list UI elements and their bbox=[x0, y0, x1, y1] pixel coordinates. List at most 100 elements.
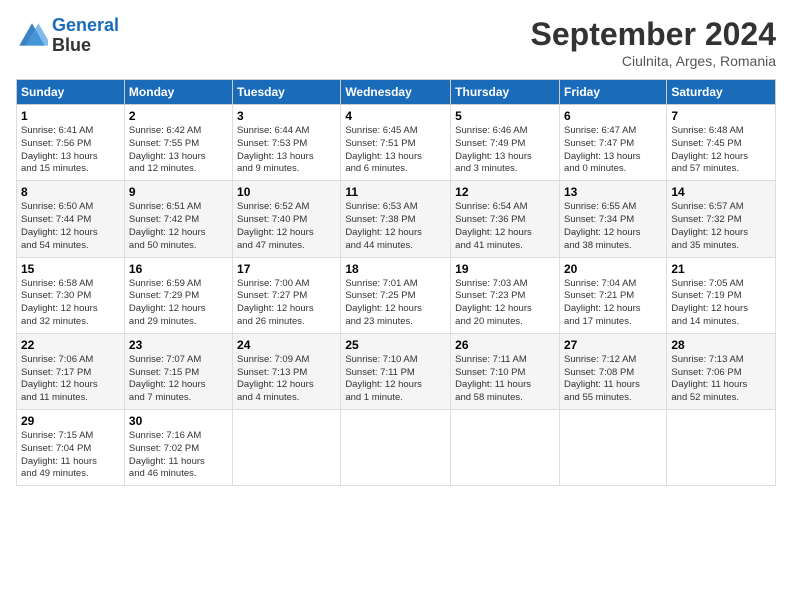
calendar-cell: 20 Sunrise: 7:04 AM Sunset: 7:21 PM Dayli… bbox=[559, 257, 666, 333]
calendar-cell: 15 Sunrise: 6:58 AM Sunset: 7:30 PM Dayli… bbox=[17, 257, 125, 333]
day-info: Sunrise: 7:12 AM Sunset: 7:08 PM Dayligh… bbox=[564, 354, 662, 405]
calendar-cell bbox=[667, 410, 776, 486]
location-subtitle: Ciulnita, Arges, Romania bbox=[531, 53, 776, 69]
day-number: 10 bbox=[237, 185, 336, 199]
day-info: Sunrise: 7:07 AM Sunset: 7:15 PM Dayligh… bbox=[129, 354, 228, 405]
day-info: Sunrise: 6:57 AM Sunset: 7:32 PM Dayligh… bbox=[671, 201, 771, 252]
day-info: Sunrise: 6:44 AM Sunset: 7:53 PM Dayligh… bbox=[237, 125, 336, 176]
calendar-cell: 5 Sunrise: 6:46 AM Sunset: 7:49 PM Daylig… bbox=[451, 105, 560, 181]
day-number: 2 bbox=[129, 109, 228, 123]
day-number: 5 bbox=[455, 109, 555, 123]
calendar-week-row: 29Sunrise: 7:15 AM Sunset: 7:04 PM Dayli… bbox=[17, 410, 776, 486]
weekday-header-row: SundayMondayTuesdayWednesdayThursdayFrid… bbox=[17, 80, 776, 105]
day-info: Sunrise: 6:53 AM Sunset: 7:38 PM Dayligh… bbox=[345, 201, 446, 252]
calendar-cell: 22 Sunrise: 7:06 AM Sunset: 7:17 PM Dayli… bbox=[17, 333, 125, 409]
weekday-header: Thursday bbox=[451, 80, 560, 105]
calendar-week-row: 8 Sunrise: 6:50 AM Sunset: 7:44 PM Daylig… bbox=[17, 181, 776, 257]
day-number: 14 bbox=[671, 185, 771, 199]
calendar-cell: 27 Sunrise: 7:12 AM Sunset: 7:08 PM Dayli… bbox=[559, 333, 666, 409]
day-number: 21 bbox=[671, 262, 771, 276]
calendar-cell: 28Sunrise: 7:13 AM Sunset: 7:06 PM Dayli… bbox=[667, 333, 776, 409]
day-number: 27 bbox=[564, 338, 662, 352]
day-number: 28 bbox=[671, 338, 771, 352]
day-info: Sunrise: 6:45 AM Sunset: 7:51 PM Dayligh… bbox=[345, 125, 446, 176]
day-number: 9 bbox=[129, 185, 228, 199]
weekday-header: Saturday bbox=[667, 80, 776, 105]
calendar-cell: 10 Sunrise: 6:52 AM Sunset: 7:40 PM Dayli… bbox=[233, 181, 341, 257]
weekday-header: Monday bbox=[124, 80, 232, 105]
logo-icon bbox=[16, 20, 48, 52]
day-info: Sunrise: 7:04 AM Sunset: 7:21 PM Dayligh… bbox=[564, 278, 662, 329]
day-info: Sunrise: 7:06 AM Sunset: 7:17 PM Dayligh… bbox=[21, 354, 120, 405]
day-info: Sunrise: 7:09 AM Sunset: 7:13 PM Dayligh… bbox=[237, 354, 336, 405]
day-number: 19 bbox=[455, 262, 555, 276]
calendar-cell: 14 Sunrise: 6:57 AM Sunset: 7:32 PM Dayli… bbox=[667, 181, 776, 257]
calendar-cell: 30 Sunrise: 7:16 AM Sunset: 7:02 PM Dayli… bbox=[124, 410, 232, 486]
day-number: 8 bbox=[21, 185, 120, 199]
day-info: Sunrise: 6:41 AM Sunset: 7:56 PM Dayligh… bbox=[21, 125, 120, 176]
calendar-week-row: 22 Sunrise: 7:06 AM Sunset: 7:17 PM Dayli… bbox=[17, 333, 776, 409]
day-number: 26 bbox=[455, 338, 555, 352]
calendar-cell: 2Sunrise: 6:42 AM Sunset: 7:55 PM Daylig… bbox=[124, 105, 232, 181]
calendar-cell bbox=[451, 410, 560, 486]
weekday-header: Tuesday bbox=[233, 80, 341, 105]
day-number: 20 bbox=[564, 262, 662, 276]
day-info: Sunrise: 7:03 AM Sunset: 7:23 PM Dayligh… bbox=[455, 278, 555, 329]
calendar-cell: 12 Sunrise: 6:54 AM Sunset: 7:36 PM Dayli… bbox=[451, 181, 560, 257]
day-number: 7 bbox=[671, 109, 771, 123]
calendar-cell: 13Sunrise: 6:55 AM Sunset: 7:34 PM Dayli… bbox=[559, 181, 666, 257]
calendar-cell: 8 Sunrise: 6:50 AM Sunset: 7:44 PM Daylig… bbox=[17, 181, 125, 257]
day-number: 24 bbox=[237, 338, 336, 352]
day-number: 11 bbox=[345, 185, 446, 199]
calendar-cell: 16Sunrise: 6:59 AM Sunset: 7:29 PM Dayli… bbox=[124, 257, 232, 333]
day-info: Sunrise: 6:47 AM Sunset: 7:47 PM Dayligh… bbox=[564, 125, 662, 176]
day-number: 29 bbox=[21, 414, 120, 428]
calendar-cell: 9 Sunrise: 6:51 AM Sunset: 7:42 PM Daylig… bbox=[124, 181, 232, 257]
day-number: 12 bbox=[455, 185, 555, 199]
day-info: Sunrise: 6:48 AM Sunset: 7:45 PM Dayligh… bbox=[671, 125, 771, 176]
day-info: Sunrise: 7:05 AM Sunset: 7:19 PM Dayligh… bbox=[671, 278, 771, 329]
day-number: 1 bbox=[21, 109, 120, 123]
day-info: Sunrise: 7:00 AM Sunset: 7:27 PM Dayligh… bbox=[237, 278, 336, 329]
day-number: 17 bbox=[237, 262, 336, 276]
calendar-cell: 11 Sunrise: 6:53 AM Sunset: 7:38 PM Dayli… bbox=[341, 181, 451, 257]
day-number: 15 bbox=[21, 262, 120, 276]
calendar-cell: 17 Sunrise: 7:00 AM Sunset: 7:27 PM Dayli… bbox=[233, 257, 341, 333]
day-number: 3 bbox=[237, 109, 336, 123]
calendar-cell: 19 Sunrise: 7:03 AM Sunset: 7:23 PM Dayli… bbox=[451, 257, 560, 333]
calendar-cell bbox=[341, 410, 451, 486]
day-number: 13 bbox=[564, 185, 662, 199]
calendar-cell bbox=[559, 410, 666, 486]
calendar-cell: 6 Sunrise: 6:47 AM Sunset: 7:47 PM Daylig… bbox=[559, 105, 666, 181]
calendar-cell: 25 Sunrise: 7:10 AM Sunset: 7:11 PM Dayli… bbox=[341, 333, 451, 409]
page-header: General Blue September 2024 Ciulnita, Ar… bbox=[16, 16, 776, 69]
calendar-week-row: 1 Sunrise: 6:41 AM Sunset: 7:56 PM Daylig… bbox=[17, 105, 776, 181]
day-info: Sunrise: 6:58 AM Sunset: 7:30 PM Dayligh… bbox=[21, 278, 120, 329]
calendar-cell: 24 Sunrise: 7:09 AM Sunset: 7:13 PM Dayli… bbox=[233, 333, 341, 409]
day-info: Sunrise: 7:11 AM Sunset: 7:10 PM Dayligh… bbox=[455, 354, 555, 405]
calendar-cell: 18Sunrise: 7:01 AM Sunset: 7:25 PM Dayli… bbox=[341, 257, 451, 333]
logo-text: General Blue bbox=[52, 16, 119, 56]
day-info: Sunrise: 6:51 AM Sunset: 7:42 PM Dayligh… bbox=[129, 201, 228, 252]
day-number: 23 bbox=[129, 338, 228, 352]
calendar-cell: 1 Sunrise: 6:41 AM Sunset: 7:56 PM Daylig… bbox=[17, 105, 125, 181]
calendar-cell: 29Sunrise: 7:15 AM Sunset: 7:04 PM Dayli… bbox=[17, 410, 125, 486]
day-number: 22 bbox=[21, 338, 120, 352]
title-block: September 2024 Ciulnita, Arges, Romania bbox=[531, 16, 776, 69]
day-info: Sunrise: 6:52 AM Sunset: 7:40 PM Dayligh… bbox=[237, 201, 336, 252]
calendar-cell: 23 Sunrise: 7:07 AM Sunset: 7:15 PM Dayli… bbox=[124, 333, 232, 409]
day-number: 25 bbox=[345, 338, 446, 352]
weekday-header: Wednesday bbox=[341, 80, 451, 105]
calendar-table: SundayMondayTuesdayWednesdayThursdayFrid… bbox=[16, 79, 776, 486]
day-number: 6 bbox=[564, 109, 662, 123]
day-info: Sunrise: 7:16 AM Sunset: 7:02 PM Dayligh… bbox=[129, 430, 228, 481]
weekday-header: Sunday bbox=[17, 80, 125, 105]
day-info: Sunrise: 6:54 AM Sunset: 7:36 PM Dayligh… bbox=[455, 201, 555, 252]
day-info: Sunrise: 7:10 AM Sunset: 7:11 PM Dayligh… bbox=[345, 354, 446, 405]
day-number: 30 bbox=[129, 414, 228, 428]
day-info: Sunrise: 6:46 AM Sunset: 7:49 PM Dayligh… bbox=[455, 125, 555, 176]
day-info: Sunrise: 6:50 AM Sunset: 7:44 PM Dayligh… bbox=[21, 201, 120, 252]
day-number: 4 bbox=[345, 109, 446, 123]
calendar-week-row: 15 Sunrise: 6:58 AM Sunset: 7:30 PM Dayli… bbox=[17, 257, 776, 333]
calendar-cell: 3 Sunrise: 6:44 AM Sunset: 7:53 PM Daylig… bbox=[233, 105, 341, 181]
